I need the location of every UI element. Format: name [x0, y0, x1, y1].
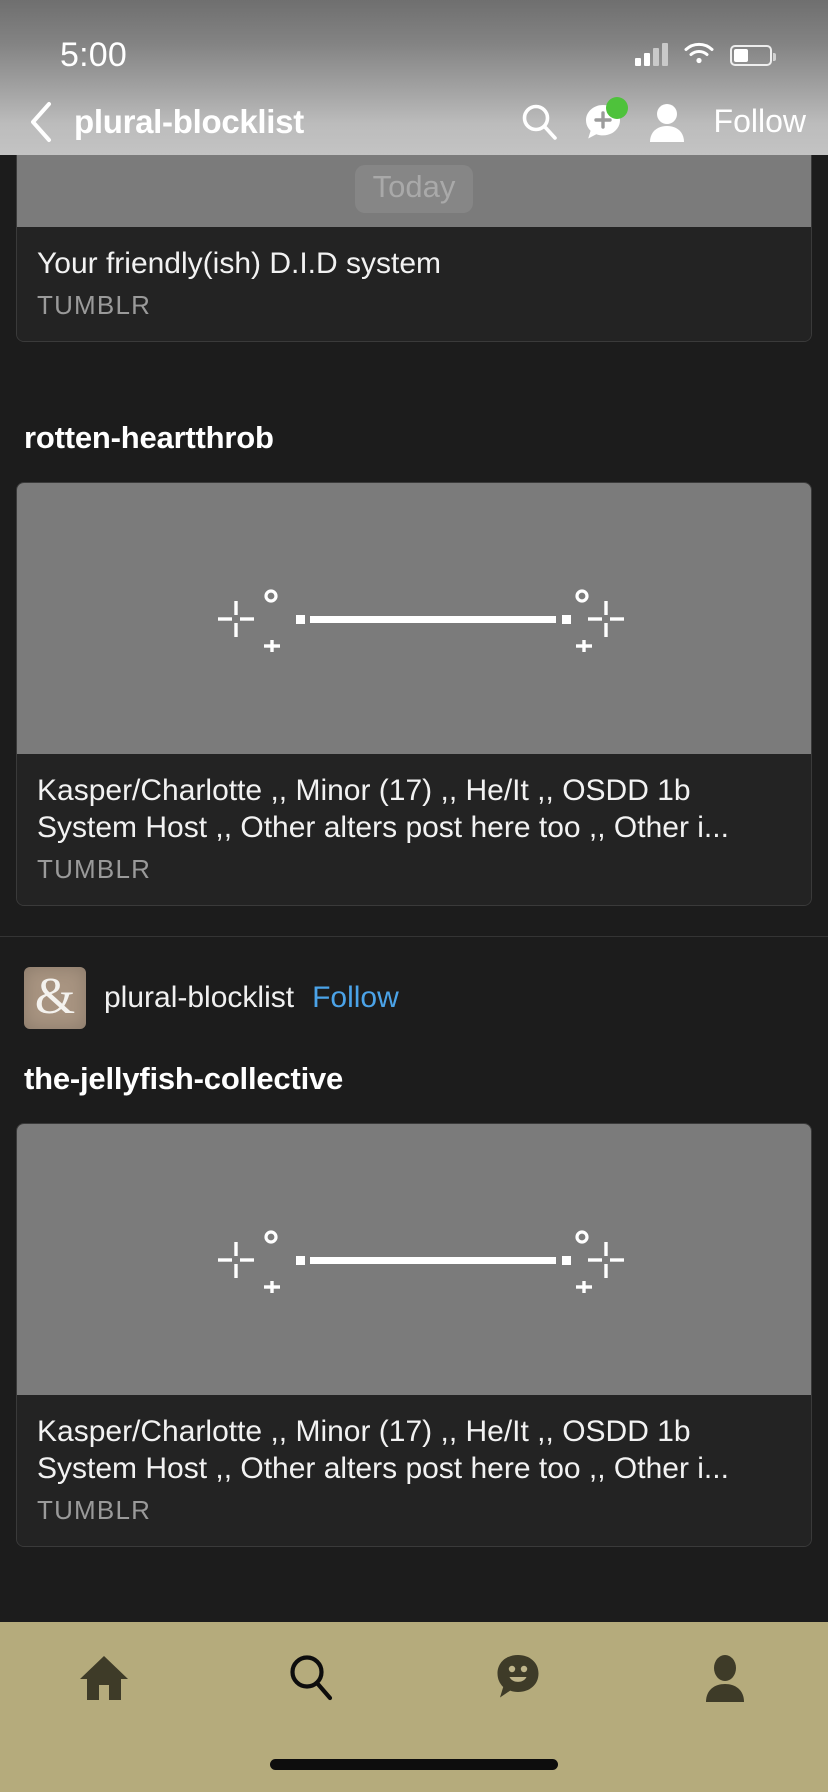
tab-messages[interactable] — [414, 1653, 621, 1708]
battery-icon — [730, 44, 776, 66]
search-icon — [286, 1653, 336, 1708]
chat-plus-icon[interactable] — [582, 96, 628, 143]
blog-name-heading[interactable]: the-jellyfish-collective — [24, 1061, 828, 1097]
tab-search[interactable] — [207, 1653, 414, 1708]
post-card-source: TUMBLR — [37, 854, 152, 884]
broken-image-placeholder-icon — [17, 1124, 811, 1395]
home-icon — [78, 1653, 130, 1708]
attribution-follow-button[interactable]: Follow — [312, 981, 399, 1015]
attribution-blog-handle[interactable]: plural-blocklist — [104, 981, 294, 1015]
blog-name-heading[interactable]: rotten-heartthrob — [24, 420, 828, 456]
cellular-bars-icon — [635, 43, 668, 66]
broken-image-placeholder-icon — [17, 483, 811, 754]
tab-home[interactable] — [0, 1653, 207, 1708]
tab-list — [0, 1622, 828, 1738]
post-media-placeholder — [17, 483, 811, 754]
bottom-tab-bar — [0, 1622, 828, 1792]
post-card[interactable]: Kasper/Charlotte ,, Minor (17) ,, He/It … — [16, 1123, 812, 1547]
app-root: Today Your friendly(ish) D.I.D system TU… — [0, 0, 828, 1792]
search-icon[interactable] — [518, 101, 560, 143]
post-feed[interactable]: Today Your friendly(ish) D.I.D system TU… — [0, 155, 828, 1792]
follow-button[interactable]: Follow — [714, 103, 806, 140]
post-card-body: Kasper/Charlotte ,, Minor (17) ,, He/It … — [17, 1395, 811, 1546]
status-bar-time: 5:00 — [60, 35, 127, 74]
post-attribution[interactable]: & plural-blocklist Follow — [0, 967, 828, 1029]
post-card-title: Kasper/Charlotte ,, Minor (17) ,, He/It … — [37, 1415, 729, 1485]
post-card-source: TUMBLR — [37, 290, 152, 320]
avatar[interactable]: & — [24, 967, 86, 1029]
post-card[interactable]: Kasper/Charlotte ,, Minor (17) ,, He/It … — [16, 482, 812, 906]
status-bar-indicators — [635, 42, 776, 69]
avatar-glyph: & — [34, 968, 76, 1025]
page-title: plural-blocklist — [74, 102, 304, 140]
post-media-placeholder: Today — [17, 155, 811, 227]
post-card-body: Your friendly(ish) D.I.D system TUMBLR — [17, 227, 811, 341]
date-chip: Today — [354, 165, 474, 213]
post-card-body: Kasper/Charlotte ,, Minor (17) ,, He/It … — [17, 754, 811, 905]
feed-divider — [0, 936, 828, 937]
person-icon — [703, 1653, 747, 1708]
chevron-left-icon[interactable] — [18, 94, 64, 150]
post-card-source: TUMBLR — [37, 1495, 152, 1525]
tab-account[interactable] — [621, 1653, 828, 1708]
post-card-title: Your friendly(ish) D.I.D system — [37, 247, 442, 280]
person-icon[interactable] — [646, 101, 688, 143]
unread-dot — [605, 96, 628, 119]
nav-actions: Follow — [518, 96, 806, 143]
post-media-placeholder — [17, 1124, 811, 1395]
wifi-icon — [684, 42, 714, 69]
status-bar: 5:00 — [0, 0, 828, 88]
post-card-title: Kasper/Charlotte ,, Minor (17) ,, He/It … — [37, 774, 729, 844]
chat-smiley-icon — [493, 1653, 543, 1708]
top-chrome: 5:00 plural-blocklist Follow — [0, 0, 828, 155]
home-indicator[interactable] — [270, 1759, 558, 1770]
navigation-bar: plural-blocklist Follow — [0, 88, 828, 155]
post-card[interactable]: Today Your friendly(ish) D.I.D system TU… — [16, 155, 812, 342]
